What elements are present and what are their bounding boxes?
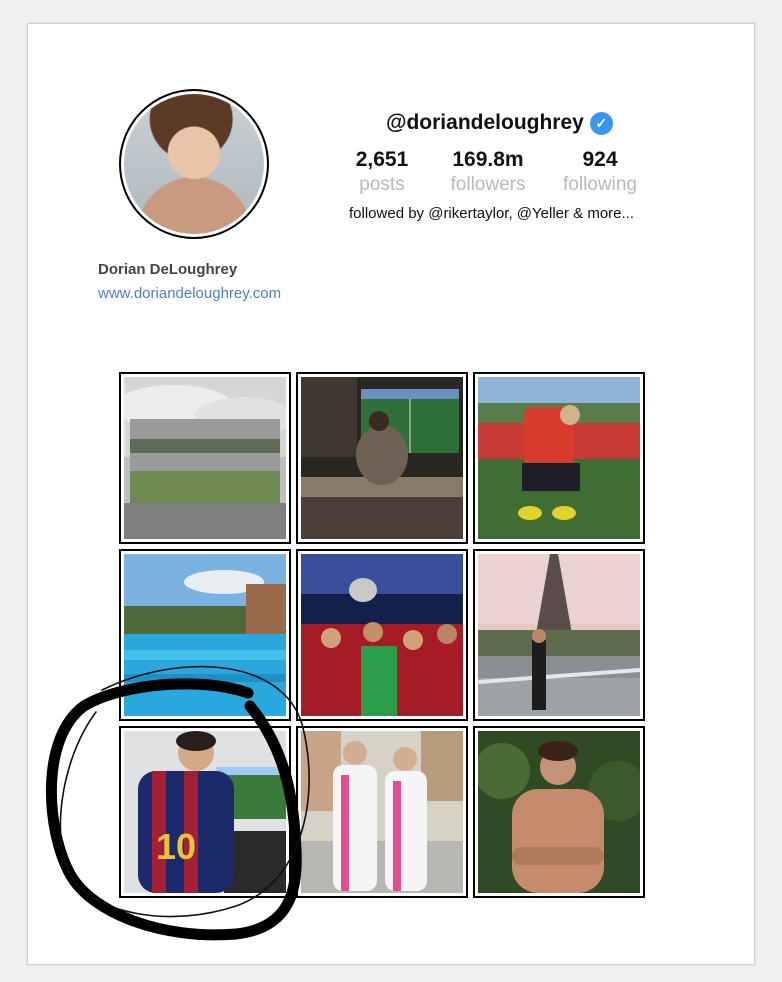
post-image-trophy-celebration (301, 554, 463, 716)
followers-count: 169.8m (452, 148, 524, 171)
post-grid: 10 (119, 372, 645, 898)
grid-post-3[interactable] (473, 372, 645, 544)
profile-handle[interactable]: @doriandeloughrey (386, 111, 584, 135)
grid-post-1[interactable] (119, 372, 291, 544)
grid-post-9[interactable] (473, 726, 645, 898)
post-image-pool (124, 554, 286, 716)
followed-by-text[interactable]: followed by @rikertaylor, @Yeller & more… (349, 205, 634, 222)
post-image-tying-boots (478, 377, 640, 539)
profile-website-link[interactable]: www.doriandeloughrey.com (98, 285, 281, 302)
grid-post-5[interactable] (296, 549, 468, 721)
grid-post-7[interactable]: 10 (119, 726, 291, 898)
grid-post-6[interactable] (473, 549, 645, 721)
post-image-messi-shirt: 10 (124, 731, 286, 893)
post-image-football-tv (301, 377, 463, 539)
post-image-shirtless-garden (478, 731, 640, 893)
following-count: 924 (582, 148, 618, 171)
posts-label: posts (359, 174, 405, 195)
grid-post-4[interactable] (119, 549, 291, 721)
posts-count: 2,651 (355, 148, 409, 171)
stat-followers[interactable]: 169.8m followers (444, 147, 532, 197)
profile-avatar[interactable] (119, 89, 269, 239)
handle-row: @doriandeloughrey ✓ (386, 108, 613, 138)
stat-posts[interactable]: 2,651 posts (352, 147, 412, 197)
avatar-photo (124, 94, 264, 234)
post-image-eiffel-tower (478, 554, 640, 716)
stat-following[interactable]: 924 following (556, 147, 644, 197)
grid-post-2[interactable] (296, 372, 468, 544)
grid-post-8[interactable] (296, 726, 468, 898)
followers-label: followers (450, 174, 526, 195)
verified-badge-icon: ✓ (589, 111, 613, 135)
post-image-girls-tracksuits (301, 731, 463, 893)
svg-text:10: 10 (156, 826, 196, 867)
post-image-cloudy-field (124, 377, 286, 539)
profile-name: Dorian DeLoughrey (98, 261, 238, 278)
following-label: following (563, 174, 637, 195)
